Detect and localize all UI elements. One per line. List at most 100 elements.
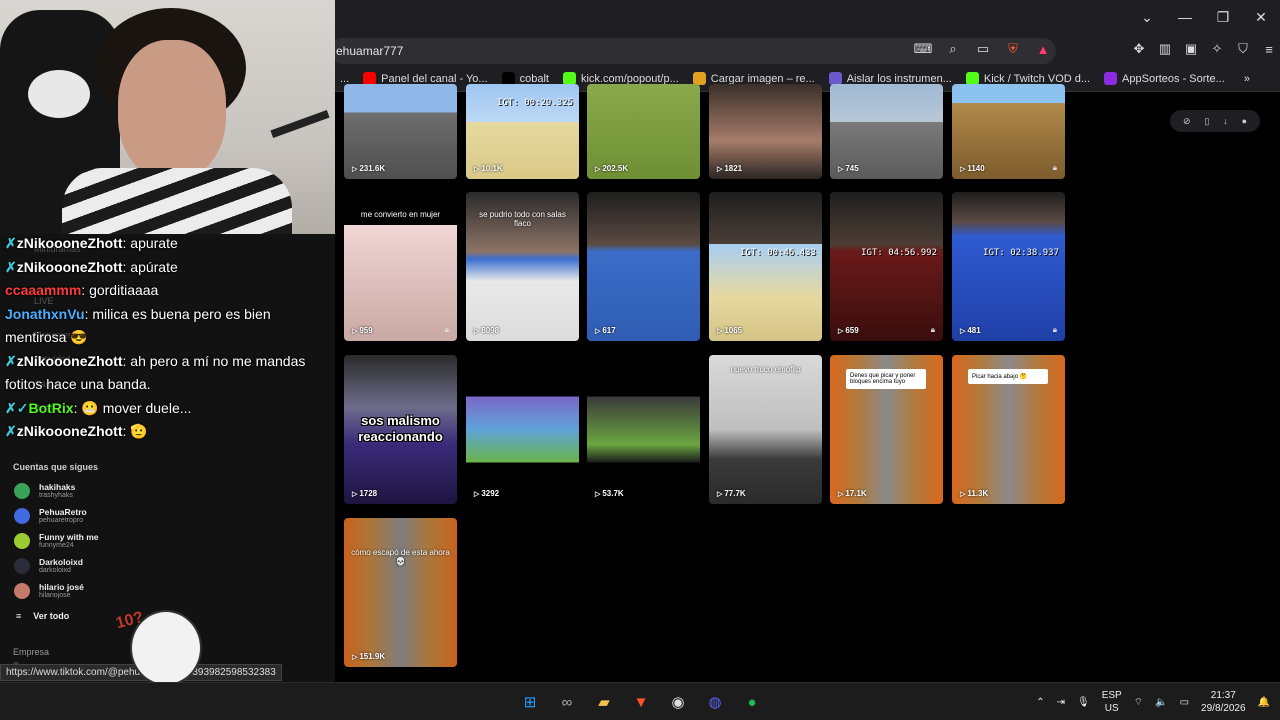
video-tile[interactable]: Denes que picar y poner bloques encima t… — [830, 355, 943, 504]
close-icon[interactable]: ✕ — [1242, 0, 1280, 34]
chat-badge-icon: ✗✓ — [5, 399, 29, 416]
bookmark-label: Aislar los instrumen... — [846, 72, 952, 85]
chat-message: ✗zNikoooneZhott: 🫡 — [0, 420, 335, 444]
avatar — [14, 483, 30, 499]
clock[interactable]: 21:37 29/8/2026 — [1201, 689, 1246, 715]
view-count: 151.9K — [352, 652, 385, 661]
see-all-button[interactable]: ≡ Ver todo — [16, 611, 69, 621]
account-handle: hilariojose — [39, 592, 71, 599]
speedrun-timer: IGT: 00:29.325 — [497, 98, 573, 108]
microphone-icon[interactable]: 🎙 — [1077, 697, 1090, 708]
following-account[interactable]: Darkoloixd darkoloixd — [14, 557, 83, 575]
chat-username[interactable]: zNikoooneZhott — [17, 423, 123, 439]
video-tile[interactable]: 202.5K — [587, 84, 700, 179]
video-tools-pill: ⊘ ▯ ↓ ● — [1170, 110, 1260, 132]
view-count: 1065 — [717, 326, 742, 335]
video-tile[interactable]: 3292 — [466, 355, 579, 504]
chat-username[interactable]: zNikoooneZhott — [17, 259, 123, 275]
video-tile[interactable]: sos malismo reaccionando 1728 — [344, 355, 457, 504]
speedrun-timer: IGT: 02:38.937 — [983, 248, 1059, 258]
view-count: 10.1K — [474, 164, 502, 173]
account-handle: pehuaretropro — [39, 517, 83, 524]
account-icon[interactable]: ● — [1242, 116, 1247, 126]
video-tile[interactable]: nuevo truco emoflip 77.7K — [709, 355, 822, 504]
video-tile[interactable]: cómo escapó de esta ahora 💀 151.9K — [344, 518, 457, 667]
video-tile[interactable]: 231.6K — [344, 84, 457, 179]
account-name: Darkoloixd — [39, 557, 83, 567]
video-tile[interactable]: 745 — [830, 84, 943, 179]
folder-icon[interactable]: ▰ — [590, 688, 618, 716]
bookmarks-overflow-icon[interactable]: » — [1244, 73, 1250, 85]
keyboard-layout: US — [1104, 703, 1119, 714]
cast-icon[interactable]: ▭ — [972, 38, 994, 60]
chat-username[interactable]: ccaaammm — [5, 282, 81, 298]
windows-icon[interactable]: ⊞ — [516, 688, 544, 716]
video-tile[interactable]: me convierto en mujer 959 🔒︎ — [344, 192, 457, 341]
zoom-icon[interactable]: ⌕ — [942, 38, 964, 60]
wifi-icon[interactable]: ⌔ — [1134, 696, 1143, 709]
leo-icon[interactable]: ✧ — [1206, 38, 1228, 60]
video-tile[interactable]: Picar hacia abajo 🤔 11.3K — [952, 355, 1065, 504]
chevron-up-icon[interactable]: ⌃ — [1036, 697, 1044, 708]
bookmark-item[interactable]: ... — [340, 73, 349, 85]
menu-icon[interactable]: ≡ — [1258, 38, 1280, 60]
battery-icon[interactable]: ▭ — [1180, 697, 1189, 708]
video-tile[interactable]: se pudrio todo con salas flaco 8098 — [466, 192, 579, 341]
view-count: 1140 — [960, 164, 984, 173]
video-tile[interactable]: IGT: 02:38.937 481 🔒︎ — [952, 192, 1065, 341]
streamer-face — [118, 40, 226, 180]
chat-text: gorditiaaaa — [89, 282, 159, 298]
video-tile[interactable]: 617 — [587, 192, 700, 341]
following-heading: Cuentas que sigues — [13, 462, 99, 472]
notification-icon[interactable]: 🔔 — [1258, 697, 1270, 708]
chevron-down-icon[interactable]: ⌄ — [1128, 0, 1166, 34]
minimize-icon[interactable]: — — [1166, 0, 1204, 34]
usb-icon[interactable]: ⇥ — [1057, 697, 1065, 708]
brave-rewards-icon[interactable]: ▲ — [1032, 38, 1054, 60]
no-entry-icon[interactable]: ⊘ — [1183, 116, 1191, 127]
video-caption: me convierto en mujer — [360, 210, 441, 219]
video-tile[interactable]: IGT: 00:29.325 10.1K — [466, 84, 579, 179]
view-count: 17.1K — [838, 489, 866, 498]
game-icon[interactable]: ∞ — [553, 688, 581, 716]
wallet-icon[interactable]: ▣ — [1180, 38, 1202, 60]
chat-username[interactable]: BotRix — [28, 400, 73, 416]
bookmark-label: Panel del canal - Yo... — [381, 72, 488, 85]
bookmark-item[interactable]: AppSorteos - Sorte... — [1104, 72, 1225, 85]
chat-username[interactable]: zNikoooneZhott — [17, 235, 123, 251]
vpn-icon[interactable]: ⛉ — [1232, 38, 1254, 60]
view-count: 481 — [960, 326, 980, 335]
video-tile[interactable]: IGT: 04:56.992 659 🔒︎ — [830, 192, 943, 341]
chat-username[interactable]: zNikoooneZhott — [17, 353, 123, 369]
following-account[interactable]: hilario josé hilariojose — [14, 582, 84, 600]
video-tile[interactable]: 1821 — [709, 84, 822, 179]
video-tile[interactable]: 1140 🔒︎ — [952, 84, 1065, 179]
obs-icon[interactable]: ◉ — [664, 688, 692, 716]
discord-icon[interactable]: ◍ — [701, 688, 729, 716]
following-account[interactable]: hakihaks trashyhaks — [14, 482, 75, 500]
bookmark-favicon-icon — [1104, 72, 1118, 85]
following-account[interactable]: PehuaRetro pehuaretropro — [14, 507, 87, 525]
comment-reply-card: Picar hacia abajo 🤔 — [968, 369, 1048, 384]
video-tile[interactable]: IGT: 00:46.433 1065 — [709, 192, 822, 341]
language-indicator[interactable]: ESP US — [1102, 689, 1122, 715]
chat-username[interactable]: JonathxnVu — [5, 306, 85, 322]
restore-icon[interactable]: ❐ — [1204, 0, 1242, 34]
following-account[interactable]: Funny with me funnyme24 — [14, 532, 99, 550]
windows-taskbar: ⊞ ∞ ▰ ▼ ◉ ◍ ● ⌃ ⇥ 🎙 ESP US ⌔ 🔈 ▭ 21:37 29/8/20… — [0, 682, 1280, 720]
phone-icon[interactable]: ▯ — [1204, 116, 1209, 127]
system-tray: ⌃ ⇥ 🎙 ESP US ⌔ 🔈 ▭ 21:37 29/8/2026 🔔 — [1036, 683, 1270, 720]
sidebar-icon[interactable]: ▥ — [1154, 38, 1176, 60]
video-tile[interactable]: 53.7K — [587, 355, 700, 504]
extensions-icon[interactable]: ✥ — [1128, 38, 1150, 60]
translate-icon[interactable]: ⌨ — [912, 38, 934, 60]
extension-icons: ✥ ▥ ▣ ✧ ⛉ ≡ — [1128, 38, 1280, 60]
volume-icon[interactable]: 🔈 — [1155, 697, 1167, 708]
download-icon[interactable]: ↓ — [1223, 116, 1228, 126]
brave-shield-icon[interactable]: ⛨ — [1002, 38, 1024, 60]
chat-message: ✗zNikoooneZhott: apúrate — [0, 256, 335, 280]
brave-icon[interactable]: ▼ — [627, 688, 655, 716]
spotify-icon[interactable]: ● — [738, 688, 766, 716]
company-link[interactable]: Empresa — [13, 647, 49, 657]
profile-video-grid: 231.6K IGT: 00:29.325 10.1K 202.5K 1821 745 11… — [335, 84, 1280, 682]
